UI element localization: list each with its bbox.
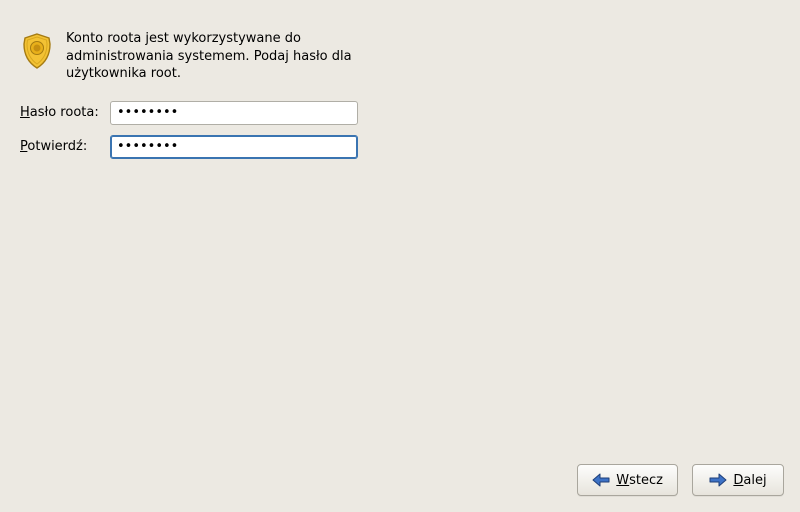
arrow-left-icon xyxy=(592,473,610,487)
next-button[interactable]: Dalej xyxy=(692,464,784,496)
confirm-label: Potwierdź: xyxy=(20,139,110,154)
password-label: Hasło roota: xyxy=(20,105,110,120)
shield-icon xyxy=(20,32,54,74)
confirm-password-input[interactable] xyxy=(110,135,358,159)
button-bar: Wstecz Dalej xyxy=(577,464,784,496)
header-row: Konto roota jest wykorzystywane do admin… xyxy=(20,30,396,83)
root-password-input[interactable] xyxy=(110,101,358,125)
confirm-row: Potwierdź: xyxy=(20,135,396,159)
next-button-label: Dalej xyxy=(733,473,766,488)
password-row: Hasło roota: xyxy=(20,101,396,125)
arrow-right-icon xyxy=(709,473,727,487)
back-button[interactable]: Wstecz xyxy=(577,464,678,496)
root-password-panel: Konto roota jest wykorzystywane do admin… xyxy=(20,30,396,169)
description-text: Konto roota jest wykorzystywane do admin… xyxy=(66,30,396,83)
back-button-label: Wstecz xyxy=(616,473,663,488)
